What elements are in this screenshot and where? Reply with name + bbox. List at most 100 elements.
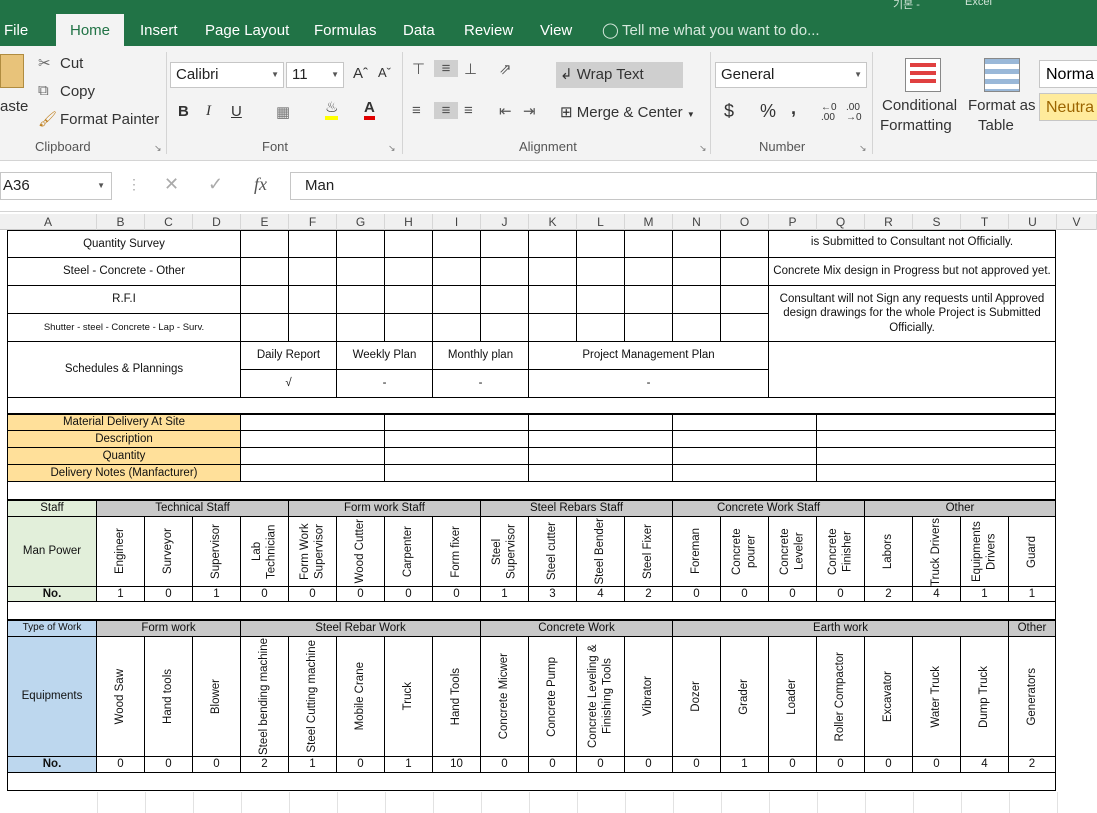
staff-role[interactable]: Supervisor <box>193 517 241 587</box>
equipment-group-header[interactable]: Steel Rebar Work <box>241 620 481 637</box>
staff-role[interactable]: Lab Technician <box>241 517 289 587</box>
table-cell[interactable] <box>577 230 625 258</box>
equipment-item[interactable]: Mobile Crane <box>337 637 385 757</box>
equipment-count[interactable]: 0 <box>577 757 625 773</box>
table-cell[interactable] <box>577 258 625 286</box>
cell-project-management-plan[interactable]: Project Management Plan <box>529 342 769 370</box>
cut-button[interactable]: Cut <box>60 55 83 72</box>
manpower-label[interactable]: Man Power <box>7 517 97 587</box>
staff-role[interactable]: Steel Supervisor <box>481 517 529 587</box>
table-cell[interactable] <box>625 314 673 342</box>
column-header-v[interactable]: V <box>1057 214 1097 230</box>
copy-button[interactable]: Copy <box>60 83 95 100</box>
table-cell[interactable] <box>385 314 433 342</box>
conditional-formatting-sub[interactable]: Formatting <box>880 117 952 134</box>
table-cell[interactable] <box>241 258 289 286</box>
table-cell[interactable] <box>385 230 433 258</box>
table-cell[interactable] <box>289 230 337 258</box>
staff-group-header[interactable]: Form work Staff <box>289 500 481 517</box>
column-header-o[interactable]: O <box>721 214 769 230</box>
equipment-count[interactable]: 0 <box>865 757 913 773</box>
table-cell[interactable] <box>529 414 673 431</box>
column-header-q[interactable]: Q <box>817 214 865 230</box>
blank-row[interactable] <box>7 773 1056 791</box>
table-cell[interactable] <box>673 448 817 465</box>
alignment-launcher-icon[interactable]: ↘ <box>699 143 707 154</box>
equipment-count[interactable]: 10 <box>433 757 481 773</box>
table-cell[interactable] <box>385 414 529 431</box>
staff-count[interactable]: 1 <box>97 587 145 602</box>
name-box[interactable]: A36 ▼ <box>0 172 112 200</box>
decrease-decimal-icon[interactable]: .00 →0 <box>846 103 862 123</box>
equipment-count[interactable]: 1 <box>289 757 337 773</box>
style-neutral[interactable]: Neutra <box>1039 93 1097 121</box>
cell-weekly-value[interactable]: - <box>337 370 433 398</box>
table-cell[interactable] <box>289 258 337 286</box>
font-size-select[interactable]: 11 ▼ <box>286 62 344 88</box>
table-cell[interactable] <box>529 286 577 314</box>
table-cell[interactable] <box>817 448 1056 465</box>
equipment-item[interactable]: Dozer <box>673 637 721 757</box>
cell-daily-report[interactable]: Daily Report <box>241 342 337 370</box>
equipment-count[interactable]: 0 <box>193 757 241 773</box>
equipment-count[interactable]: 0 <box>529 757 577 773</box>
material-label[interactable]: Description <box>7 431 241 448</box>
column-header-k[interactable]: K <box>529 214 577 230</box>
bottom-align-icon[interactable]: ⊥ <box>464 60 477 78</box>
staff-group-header[interactable]: Steel Rebars Staff <box>481 500 673 517</box>
clipboard-launcher-icon[interactable]: ↘ <box>154 143 162 154</box>
table-cell[interactable] <box>673 230 721 258</box>
equipment-group-header[interactable]: Earth work <box>673 620 1009 637</box>
table-cell[interactable] <box>721 230 769 258</box>
comma-button[interactable]: , <box>791 98 796 119</box>
number-launcher-icon[interactable]: ↘ <box>859 143 867 154</box>
cell-shutter[interactable]: Shutter - steel - Concrete - Lap - Surv. <box>7 314 241 342</box>
column-header-c[interactable]: C <box>145 214 193 230</box>
font-launcher-icon[interactable]: ↘ <box>388 143 396 154</box>
fill-color-icon[interactable]: ♨ <box>325 100 339 120</box>
staff-count[interactable]: 0 <box>385 587 433 602</box>
equipment-item[interactable]: Loader <box>769 637 817 757</box>
staff-label[interactable]: Staff <box>7 500 97 517</box>
table-cell[interactable] <box>433 286 481 314</box>
table-cell[interactable] <box>241 465 385 482</box>
staff-count[interactable]: 0 <box>289 587 337 602</box>
staff-group-header[interactable]: Concrete Work Staff <box>673 500 865 517</box>
borders-icon[interactable]: ▦ <box>276 103 290 121</box>
equipment-count[interactable]: 4 <box>961 757 1009 773</box>
column-header-e[interactable]: E <box>241 214 289 230</box>
equipment-count[interactable]: 1 <box>721 757 769 773</box>
table-cell[interactable] <box>577 314 625 342</box>
cell-quantity-survey[interactable]: Quantity Survey <box>7 230 241 258</box>
equipment-count[interactable]: 0 <box>817 757 865 773</box>
staff-count[interactable]: 4 <box>913 587 961 602</box>
column-header-l[interactable]: L <box>577 214 625 230</box>
align-center-icon[interactable]: ≡ <box>434 102 458 119</box>
table-cell[interactable] <box>385 465 529 482</box>
table-cell[interactable] <box>433 314 481 342</box>
equipment-no-label[interactable]: No. <box>7 757 97 773</box>
equipment-item[interactable]: Wood Saw <box>97 637 145 757</box>
equipment-item[interactable]: Grader <box>721 637 769 757</box>
table-cell[interactable] <box>817 431 1056 448</box>
conditional-formatting-label[interactable]: Conditional <box>882 97 957 114</box>
bold-button[interactable]: B <box>178 103 189 120</box>
blank-row[interactable] <box>7 482 1056 500</box>
column-header-t[interactable]: T <box>961 214 1009 230</box>
enter-icon[interactable]: ✓ <box>208 174 223 195</box>
table-cell[interactable] <box>481 314 529 342</box>
table-cell[interactable] <box>241 286 289 314</box>
decrease-indent-icon[interactable]: ⇤ <box>499 102 512 120</box>
column-header-m[interactable]: M <box>625 214 673 230</box>
tab-insert[interactable]: Insert <box>140 14 178 46</box>
table-cell[interactable] <box>337 286 385 314</box>
staff-group-header[interactable]: Technical Staff <box>97 500 289 517</box>
table-cell[interactable] <box>433 258 481 286</box>
tab-view[interactable]: View <box>540 14 572 46</box>
staff-role[interactable]: Concrete Leveler <box>769 517 817 587</box>
staff-role[interactable]: Labors <box>865 517 913 587</box>
material-label[interactable]: Delivery Notes (Manfacturer) <box>7 465 241 482</box>
staff-role[interactable]: Equipments Drivers <box>961 517 1009 587</box>
paste-button[interactable]: aste <box>0 98 28 115</box>
number-format-select[interactable]: General ▼ <box>715 62 867 88</box>
